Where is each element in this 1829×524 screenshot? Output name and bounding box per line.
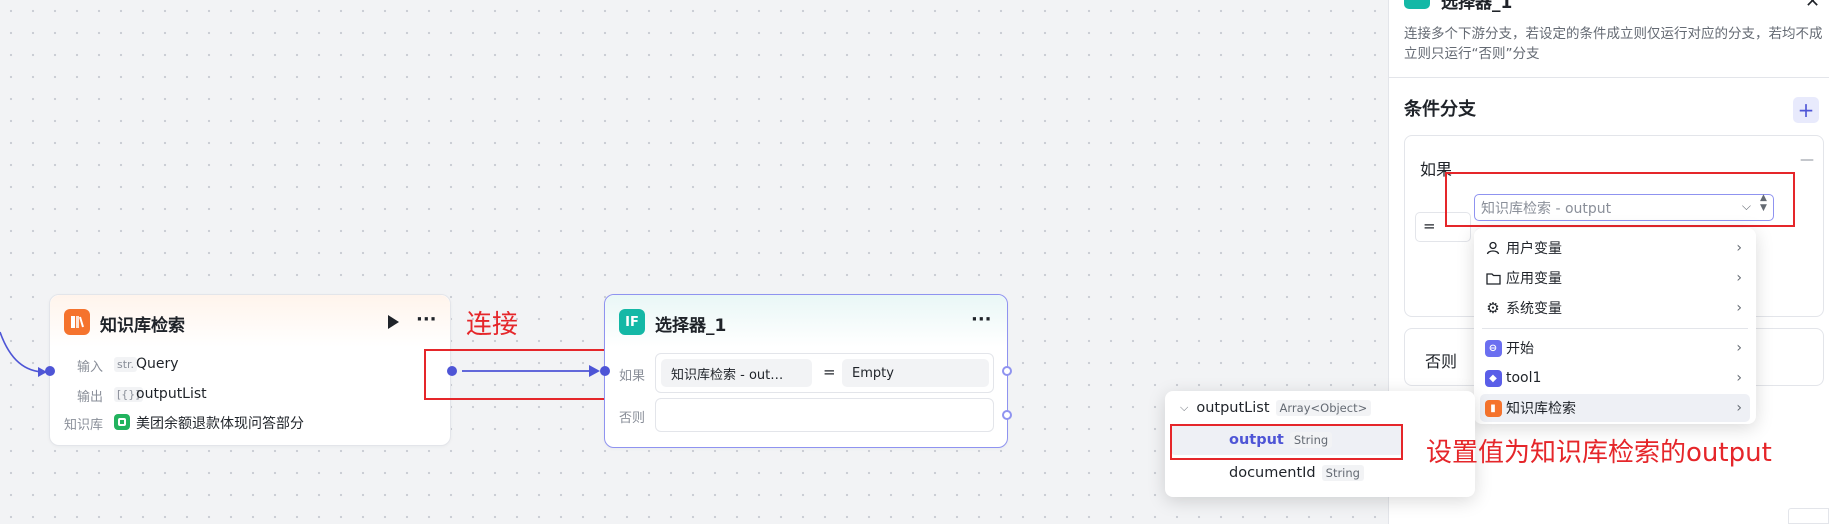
chevron-right-icon: › bbox=[1736, 270, 1742, 286]
dropdown-item-system-vars[interactable]: ⚙ 系统变量 › bbox=[1480, 294, 1750, 322]
dropdown-item-tool1[interactable]: ◆ tool1 › bbox=[1480, 364, 1750, 392]
if-output-port[interactable] bbox=[1002, 366, 1012, 376]
dropdown-item-label: tool1 bbox=[1506, 370, 1542, 386]
dropdown-divider bbox=[1482, 328, 1748, 329]
condition-op: = bbox=[823, 363, 836, 381]
condition-right: Empty bbox=[842, 359, 989, 387]
panel-divider bbox=[1389, 77, 1829, 78]
knowledge-icon bbox=[64, 309, 90, 335]
node-title: 选择器_1 bbox=[655, 316, 727, 336]
dropdown-item-label: 知识库检索 bbox=[1506, 401, 1576, 417]
selector-node[interactable]: IF 选择器_1 ··· 如果 知识库检索 - out… = Empty 否则 bbox=[604, 294, 1008, 448]
output-label: 输出 bbox=[77, 390, 104, 405]
section-title: 条件分支 bbox=[1404, 99, 1476, 120]
panel-title: 选择器_1 bbox=[1441, 0, 1513, 13]
run-icon[interactable] bbox=[388, 315, 399, 329]
minimap-corner[interactable] bbox=[1788, 508, 1829, 524]
chevron-right-icon: › bbox=[1736, 370, 1742, 386]
dataset-icon bbox=[114, 414, 130, 430]
kb-label: 知识库 bbox=[64, 418, 104, 433]
tree-child-label: documentId bbox=[1229, 465, 1316, 481]
chevron-right-icon: › bbox=[1736, 240, 1742, 256]
more-icon[interactable]: ··· bbox=[416, 309, 437, 330]
chevron-right-icon: › bbox=[1736, 300, 1742, 316]
knowledge-icon: ▮ bbox=[1484, 399, 1502, 417]
dropdown-item-knowledge[interactable]: ▮ 知识库检索 › bbox=[1480, 394, 1750, 422]
chevron-right-icon: › bbox=[1736, 340, 1742, 356]
variable-dropdown: 用户变量 › 应用变量 › ⚙ 系统变量 › ⊖ 开始 › ◆ tool1 › … bbox=[1474, 228, 1756, 424]
chevron-down-icon: ⌵ bbox=[1180, 401, 1189, 414]
output-value: outputList bbox=[136, 386, 207, 402]
gear-icon: ⚙ bbox=[1486, 299, 1500, 317]
else-label: 否则 bbox=[619, 411, 646, 426]
kb-value: 美团余额退款体现问答部分 bbox=[136, 416, 304, 432]
connect-annotation: 连接 bbox=[466, 310, 519, 340]
tree-parent-type: Array<Object> bbox=[1275, 400, 1372, 416]
if-label: 如果 bbox=[619, 369, 646, 384]
chevron-right-icon: › bbox=[1736, 400, 1742, 416]
select-highlight-box bbox=[1445, 172, 1795, 227]
incoming-edge bbox=[0, 331, 46, 373]
node-title: 知识库检索 bbox=[100, 316, 185, 336]
user-icon bbox=[1484, 239, 1502, 257]
knowledge-retrieval-node[interactable]: 知识库检索 ··· 输入 str. Query 输出 [{}] outputLi… bbox=[49, 294, 451, 446]
operator-value: = bbox=[1423, 217, 1436, 235]
input-label: 输入 bbox=[77, 360, 104, 375]
if-input-port[interactable] bbox=[600, 366, 610, 376]
tree-child-type: String bbox=[1321, 465, 1364, 481]
output-highlight-box bbox=[1170, 424, 1403, 460]
else-branch-label: 否则 bbox=[1425, 352, 1458, 371]
dropdown-item-start[interactable]: ⊖ 开始 › bbox=[1480, 334, 1750, 362]
else-output-port[interactable] bbox=[1002, 410, 1012, 420]
input-value: Query bbox=[136, 356, 179, 372]
folder-icon bbox=[1484, 269, 1502, 287]
kb-input-port[interactable] bbox=[45, 366, 55, 376]
dropdown-item-label: 用户变量 bbox=[1506, 241, 1562, 257]
else-condition[interactable] bbox=[655, 398, 994, 432]
dropdown-item-user-vars[interactable]: 用户变量 › bbox=[1480, 234, 1750, 262]
dropdown-item-app-vars[interactable]: 应用变量 › bbox=[1480, 264, 1750, 292]
condition-left: 知识库检索 - out… bbox=[661, 359, 812, 387]
if-condition[interactable]: 知识库检索 - out… = Empty bbox=[655, 353, 994, 393]
close-icon[interactable]: ✕ bbox=[1805, 0, 1820, 12]
tree-child-documentid[interactable]: documentId String bbox=[1229, 465, 1364, 481]
tree-parent-label: outputList bbox=[1196, 400, 1270, 416]
dropdown-item-label: 应用变量 bbox=[1506, 271, 1562, 287]
if-icon: IF bbox=[619, 309, 645, 335]
tree-parent[interactable]: ⌵ outputList Array<Object> bbox=[1180, 400, 1372, 416]
tool-icon: ◆ bbox=[1484, 369, 1502, 387]
dropdown-item-label: 开始 bbox=[1506, 341, 1534, 357]
panel-description: 连接多个下游分支，若设定的条件成立则仅运行对应的分支，若均不成立则只运行“否则”… bbox=[1404, 26, 1823, 62]
add-branch-button[interactable]: + bbox=[1793, 97, 1819, 123]
set-value-annotation: 设置值为知识库检索的output bbox=[1426, 438, 1772, 468]
panel-if-icon bbox=[1404, 0, 1430, 9]
start-icon: ⊖ bbox=[1484, 339, 1502, 357]
input-type: str. bbox=[114, 357, 138, 372]
dropdown-item-label: 系统变量 bbox=[1506, 301, 1562, 317]
connect-highlight-box bbox=[424, 349, 623, 400]
collapse-icon[interactable]: — bbox=[1800, 152, 1814, 168]
more-icon[interactable]: ··· bbox=[971, 309, 992, 330]
